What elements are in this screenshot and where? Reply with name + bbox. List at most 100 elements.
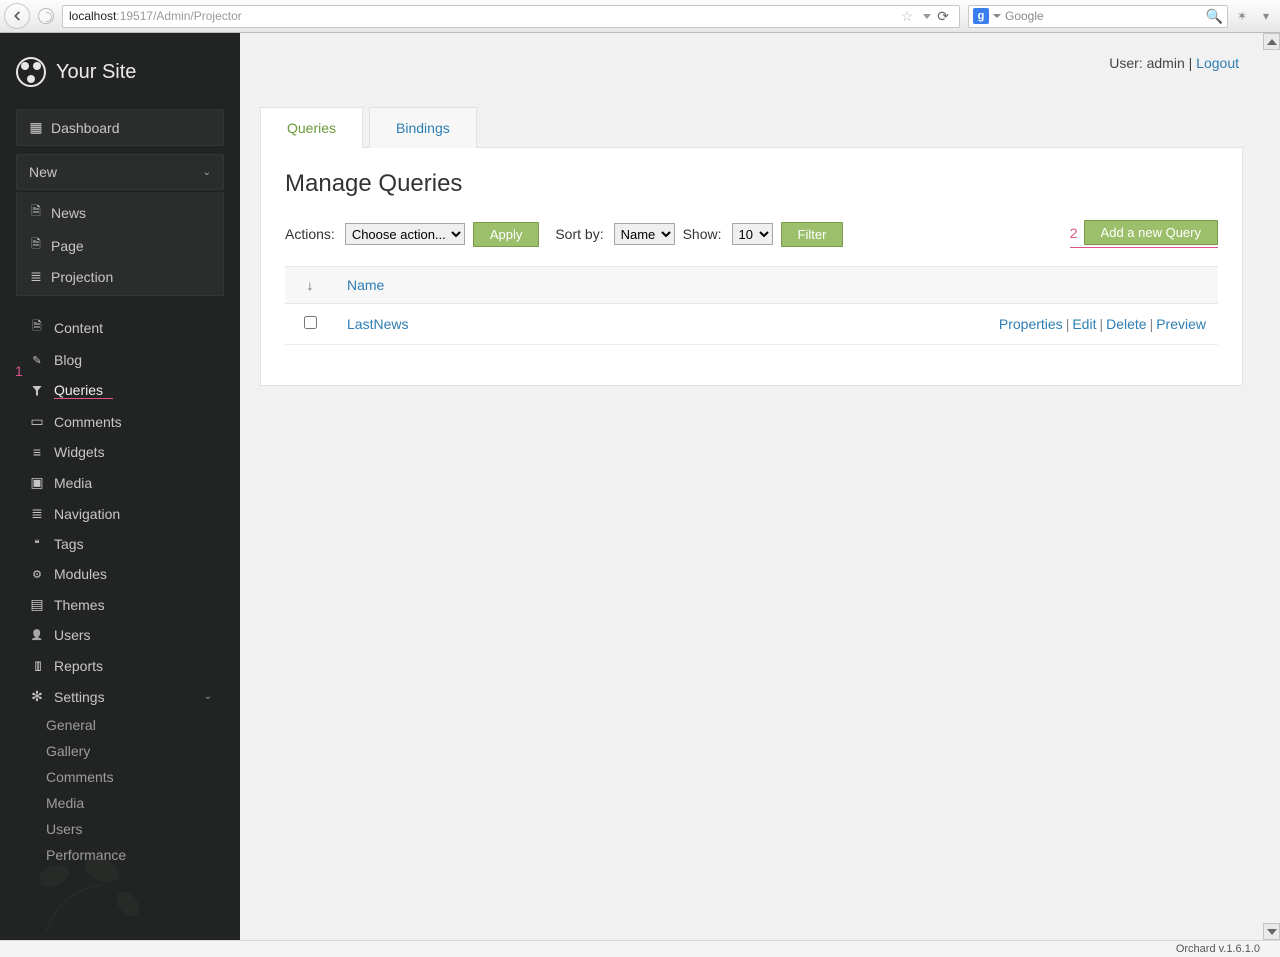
reports-icon (30, 657, 44, 674)
settings-sub-comments[interactable]: Comments (46, 764, 240, 790)
sidebar-item-themes[interactable]: Themes (0, 589, 240, 620)
sidebar-item-new[interactable]: New ⌄ (16, 154, 224, 190)
apply-button[interactable]: Apply (473, 222, 540, 247)
row-name-link[interactable]: LastNews (347, 316, 408, 332)
sidebar-item-label: Themes (54, 597, 105, 613)
sidebar-nav: Content Blog Queries Comments WidgetsMedia Na… (0, 310, 240, 712)
new-item-page[interactable]: Page (17, 229, 223, 262)
sidebar-item-label: Queries (54, 382, 113, 399)
sidebar-item-comments[interactable]: Comments (0, 406, 240, 437)
search-engine-icon[interactable]: g (973, 8, 989, 24)
filter-button[interactable]: Filter (781, 222, 844, 247)
sidebar-item-widgets[interactable]: Widgets (0, 437, 240, 467)
tab-bindings[interactable]: Bindings (369, 107, 477, 148)
url-host: localhost (69, 9, 116, 23)
settings-sub-general[interactable]: General (46, 712, 240, 738)
site-identity-icon[interactable] (38, 8, 54, 24)
toolbar: Actions: Choose action... Apply Sort by:… (285, 220, 1218, 248)
row-action-preview[interactable]: Preview (1156, 316, 1206, 332)
sidebar-item-label: Settings (54, 689, 105, 705)
user-bar: User: admin | Logout (240, 33, 1263, 71)
leaf-decoration-icon (6, 844, 166, 934)
sidebar-item-tags[interactable]: Tags (0, 529, 240, 559)
sidebar-item-settings[interactable]: Settings⌄ (0, 681, 240, 712)
new-item-news[interactable]: News (17, 196, 223, 229)
sidebar-item-users[interactable]: Users (0, 620, 240, 650)
url-bar[interactable]: localhost:19517/Admin/Projector ☆ ⟳ (62, 5, 960, 28)
browser-search-box[interactable]: g Google 🔍 (968, 5, 1228, 28)
row-select-checkbox[interactable] (304, 316, 317, 329)
row-action-delete[interactable]: Delete (1106, 316, 1146, 332)
brand-title: Your Site (56, 61, 136, 84)
show-select[interactable]: 10 (732, 223, 773, 245)
sidebar-item-label: Navigation (54, 506, 120, 522)
app-version: Orchard v.1.6.1.0 (1176, 943, 1260, 955)
url-history-caret-icon[interactable] (923, 14, 931, 19)
themes-icon (30, 596, 44, 613)
row-action-properties[interactable]: Properties (999, 316, 1063, 332)
sidebar-item-label: Comments (54, 414, 122, 430)
sidebar-item-media[interactable]: Media (0, 467, 240, 498)
chevron-down-icon: ⌄ (203, 167, 211, 178)
new-item-projection[interactable]: Projection (17, 262, 223, 291)
toolbar-menu-caret-icon[interactable]: ▾ (1256, 9, 1276, 23)
sortby-select[interactable]: Name (614, 223, 675, 245)
users-icon (30, 630, 44, 641)
dashboard-label: Dashboard (51, 120, 120, 136)
back-button[interactable] (4, 3, 30, 29)
user-prefix: User: (1109, 55, 1146, 71)
brand[interactable]: Your Site (0, 33, 240, 105)
col-sort-indicator[interactable]: ↓ (285, 267, 335, 304)
annotation-2: 2 (1070, 225, 1078, 241)
actions-select[interactable]: Choose action... (345, 223, 465, 245)
user-name: admin (1147, 55, 1185, 71)
sidebar-item-label: Users (54, 627, 91, 643)
doc-icon (29, 235, 43, 256)
blog-icon (30, 354, 44, 367)
panel: Manage Queries Actions: Choose action...… (260, 147, 1243, 386)
sidebar-item-blog[interactable]: Blog (0, 345, 240, 375)
add-new-query-button[interactable]: Add a new Query (1084, 220, 1218, 245)
page-title: Manage Queries (285, 170, 1218, 198)
sortby-label: Sort by: (555, 226, 603, 242)
settings-sub-gallery[interactable]: Gallery (46, 738, 240, 764)
sidebar-item-label: Tags (54, 536, 84, 552)
tags-icon (30, 539, 44, 550)
logout-link[interactable]: Logout (1196, 55, 1239, 71)
sidebar-item-content[interactable]: Content (0, 310, 240, 345)
browser-chrome: localhost:19517/Admin/Projector ☆ ⟳ g Go… (0, 0, 1280, 33)
queries-table: ↓ Name LastNewsProperties|Edit|Delete|Pr… (285, 266, 1218, 345)
search-placeholder: Google (1005, 9, 1206, 23)
search-submit-icon[interactable]: 🔍 (1206, 8, 1223, 25)
sidebar-item-label: Content (54, 320, 103, 336)
table-row: LastNewsProperties|Edit|Delete|Preview (285, 304, 1218, 345)
settings-icon (30, 688, 44, 705)
row-action-edit[interactable]: Edit (1072, 316, 1096, 332)
sidebar-item-reports[interactable]: Reports (0, 650, 240, 681)
settings-sub-media[interactable]: Media (46, 790, 240, 816)
new-label: New (29, 164, 57, 180)
queries-icon (30, 386, 44, 396)
sidebar-item-label: Blog (54, 352, 82, 368)
toolbar-overflow-icon[interactable]: ✶ (1232, 9, 1252, 23)
tab-queries[interactable]: Queries (260, 107, 363, 148)
main-content: User: admin | Logout Queries Bindings Ma… (240, 33, 1263, 940)
navigation-icon (30, 505, 44, 522)
sidebar-item-modules[interactable]: Modules (0, 559, 240, 589)
bookmark-star-icon[interactable]: ☆ (901, 8, 914, 25)
settings-sub-users[interactable]: Users (46, 816, 240, 842)
sidebar-item-queries[interactable]: Queries (0, 375, 240, 406)
window-scroll-up[interactable] (1263, 33, 1280, 50)
reload-icon[interactable]: ⟳ (937, 8, 949, 25)
list-icon (29, 268, 43, 285)
doc-icon (29, 202, 43, 223)
actions-label: Actions: (285, 226, 335, 242)
modules-icon (30, 568, 44, 581)
url-path: :19517/Admin/Projector (116, 9, 241, 23)
col-name-header[interactable]: Name (335, 267, 573, 304)
sidebar-item-dashboard[interactable]: Dashboard (16, 109, 224, 146)
window-scroll-down[interactable] (1263, 923, 1280, 940)
status-bar: Orchard v.1.6.1.0 (0, 940, 1280, 957)
search-engine-caret-icon[interactable] (993, 14, 1001, 18)
sidebar-item-navigation[interactable]: Navigation (0, 498, 240, 529)
